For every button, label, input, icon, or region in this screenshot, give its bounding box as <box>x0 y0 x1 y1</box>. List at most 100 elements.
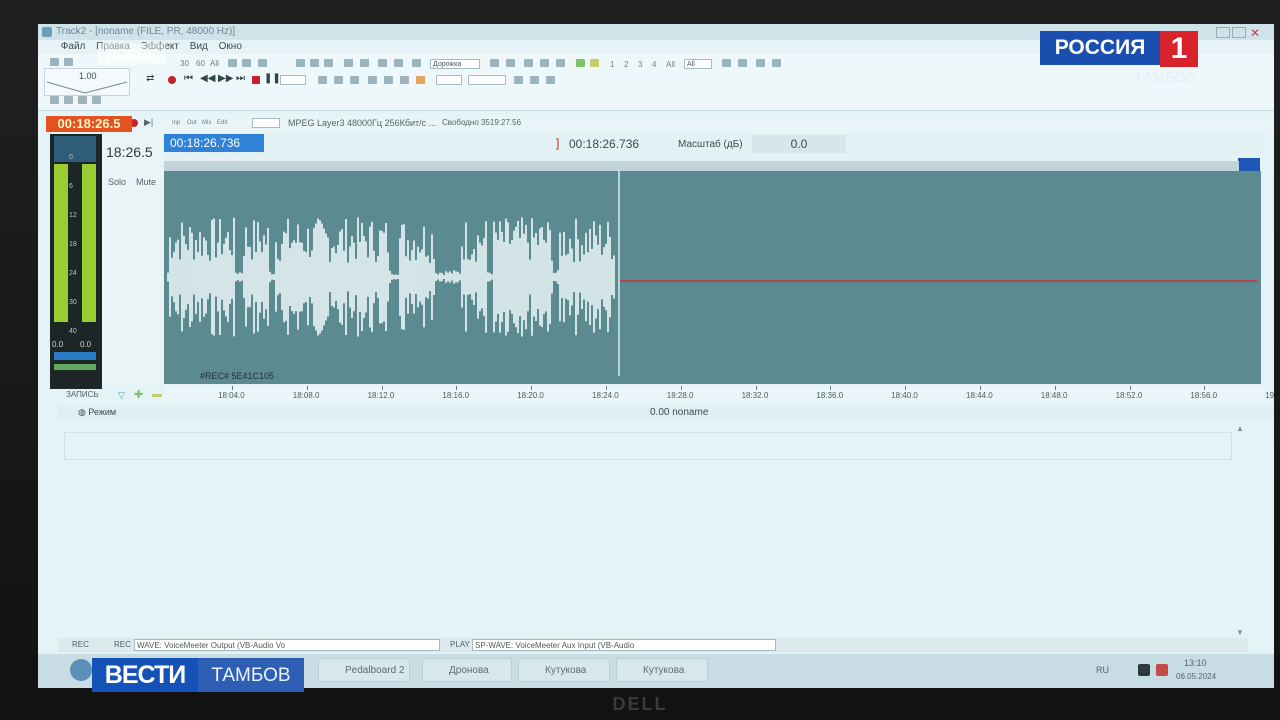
tray-icon[interactable] <box>1138 664 1150 676</box>
marker-m-icon[interactable] <box>344 59 353 67</box>
move2-icon[interactable] <box>394 59 403 67</box>
tray-icon-2[interactable] <box>1156 664 1168 676</box>
add-track-icon[interactable]: ✚ <box>134 388 143 401</box>
close-icon[interactable]: ✕ <box>1250 25 1260 41</box>
down-icon[interactable] <box>772 59 781 67</box>
mode-button[interactable]: ◍ Режим <box>78 407 116 418</box>
all-dropdown[interactable]: All <box>684 59 712 69</box>
maximize-icon[interactable] <box>1232 27 1246 38</box>
menu-window[interactable]: Окно <box>215 40 246 54</box>
snap2-icon[interactable] <box>384 76 393 84</box>
split-icon[interactable] <box>360 59 369 67</box>
task-kutukova-1[interactable]: Кутукова <box>518 658 610 682</box>
edit-label[interactable]: Edit <box>217 120 227 126</box>
waveform-area[interactable]: #REC# 5E41C105 <box>164 171 1261 384</box>
mix3-icon[interactable] <box>324 59 333 67</box>
grid-dropdown[interactable] <box>436 75 462 85</box>
seek2-icon[interactable] <box>334 76 343 84</box>
pan-slider[interactable] <box>54 352 96 360</box>
region-icon[interactable] <box>242 59 251 67</box>
rewind-icon[interactable]: ◀◀ <box>200 73 215 84</box>
record-button[interactable] <box>168 76 176 84</box>
arrow-icon[interactable] <box>490 59 499 67</box>
loop-icon[interactable] <box>258 59 267 67</box>
inp-label[interactable]: Inp <box>172 120 180 126</box>
mute-button[interactable]: Mute <box>136 177 156 187</box>
remove-track-icon[interactable]: ▬ <box>152 389 162 400</box>
rewind-start-icon[interactable]: ⏮ <box>184 73 193 84</box>
lang-indicator[interactable]: RU <box>1096 665 1109 675</box>
overview-bar[interactable] <box>164 161 1239 171</box>
align-icon[interactable] <box>524 59 533 67</box>
time-ruler[interactable]: 18:04.0 18:08.0 18:12.0 18:16.0 18:20.0 18:24… <box>164 386 1274 404</box>
marker-icon[interactable] <box>228 59 237 67</box>
remove-icon[interactable] <box>590 59 599 67</box>
start-icon[interactable] <box>70 659 92 681</box>
track-num-all[interactable]: All <box>666 60 675 69</box>
scroll-up-icon[interactable]: ▲ <box>1236 424 1244 433</box>
out-label[interactable]: Out <box>187 120 197 126</box>
view4-icon[interactable] <box>92 96 101 104</box>
menu-view[interactable]: Вид <box>186 40 212 54</box>
track-list-row[interactable] <box>64 432 1232 460</box>
interval-dropdown[interactable] <box>468 75 506 85</box>
vertical-scrollbar[interactable]: ▲ ▼ <box>1236 424 1246 640</box>
volume-slider[interactable] <box>54 364 96 370</box>
input-icon[interactable]: ▶| <box>144 117 153 128</box>
add-icon[interactable] <box>576 59 585 67</box>
view2-icon[interactable] <box>64 96 73 104</box>
play-device-select[interactable]: SP-WAVE: VoiceMeeter Aux Input (VB-Audio <box>472 639 776 651</box>
zoom-out-icon[interactable] <box>530 76 539 84</box>
channel-dropdown[interactable] <box>252 118 280 128</box>
copy-icon[interactable] <box>64 58 73 66</box>
move-icon[interactable] <box>378 59 387 67</box>
minimize-icon[interactable] <box>1216 27 1230 38</box>
fx-icon[interactable] <box>722 59 731 67</box>
align3-icon[interactable] <box>556 59 565 67</box>
arrow2-icon[interactable] <box>506 59 515 67</box>
scroll-down-icon[interactable]: ▼ <box>1236 628 1244 637</box>
task-pedalboard[interactable]: Pedalboard 2 <box>318 658 410 682</box>
speed-dropdown[interactable] <box>280 75 306 85</box>
forward-icon[interactable]: ▶▶ <box>218 73 233 84</box>
zoom-60[interactable]: 60 <box>196 59 205 68</box>
task-dronova[interactable]: Дронова <box>422 658 512 682</box>
zoom-fit-icon[interactable] <box>546 76 555 84</box>
zoom-in-icon[interactable] <box>514 76 523 84</box>
mix-icon[interactable] <box>296 59 305 67</box>
scroll-thumb[interactable] <box>1238 158 1260 172</box>
stop-button[interactable] <box>252 76 260 84</box>
align2-icon[interactable] <box>540 59 549 67</box>
track-num-3[interactable]: 3 <box>638 60 642 69</box>
view-icon[interactable] <box>50 96 59 104</box>
level-widget[interactable]: 1.00 <box>44 68 130 96</box>
track-num-2[interactable]: 2 <box>624 60 628 69</box>
seek3-icon[interactable] <box>350 76 359 84</box>
mix-label[interactable]: Mix <box>202 120 211 126</box>
play-loop-icon[interactable]: ⇄ <box>146 73 154 84</box>
track-dropdown[interactable]: Дорожка <box>430 59 480 69</box>
task-kutukova-2[interactable]: Кутукова <box>616 658 708 682</box>
clock-time[interactable]: 13:10 <box>1184 658 1207 668</box>
pause-button[interactable]: ❚❚ <box>264 73 281 84</box>
view3-icon[interactable] <box>78 96 87 104</box>
rec-device-select[interactable]: WAVE: VoiceMeeter Output (VB-Audio Vo <box>134 639 440 651</box>
track-num-4[interactable]: 4 <box>652 60 656 69</box>
snap-icon[interactable] <box>368 76 377 84</box>
snap3-icon[interactable] <box>400 76 409 84</box>
zoom-30[interactable]: 30 <box>180 59 189 68</box>
seek-icon[interactable] <box>318 76 327 84</box>
filter-icon[interactable]: ▽ <box>118 390 125 401</box>
cut-icon[interactable] <box>50 58 59 66</box>
mix2-icon[interactable] <box>310 59 319 67</box>
scale-value[interactable]: 0.0 <box>752 135 846 153</box>
up-icon[interactable] <box>756 59 765 67</box>
clock-date[interactable]: 06.05.2024 <box>1176 672 1216 681</box>
snap4-icon[interactable] <box>416 76 425 84</box>
forward-end-icon[interactable]: ⏭ <box>236 73 245 84</box>
zoom-all[interactable]: All <box>210 59 219 68</box>
solo-button[interactable]: Solo <box>108 177 126 187</box>
menu-file[interactable]: Файл <box>57 40 90 54</box>
move3-icon[interactable] <box>412 59 421 67</box>
track-num-1[interactable]: 1 <box>610 60 614 69</box>
